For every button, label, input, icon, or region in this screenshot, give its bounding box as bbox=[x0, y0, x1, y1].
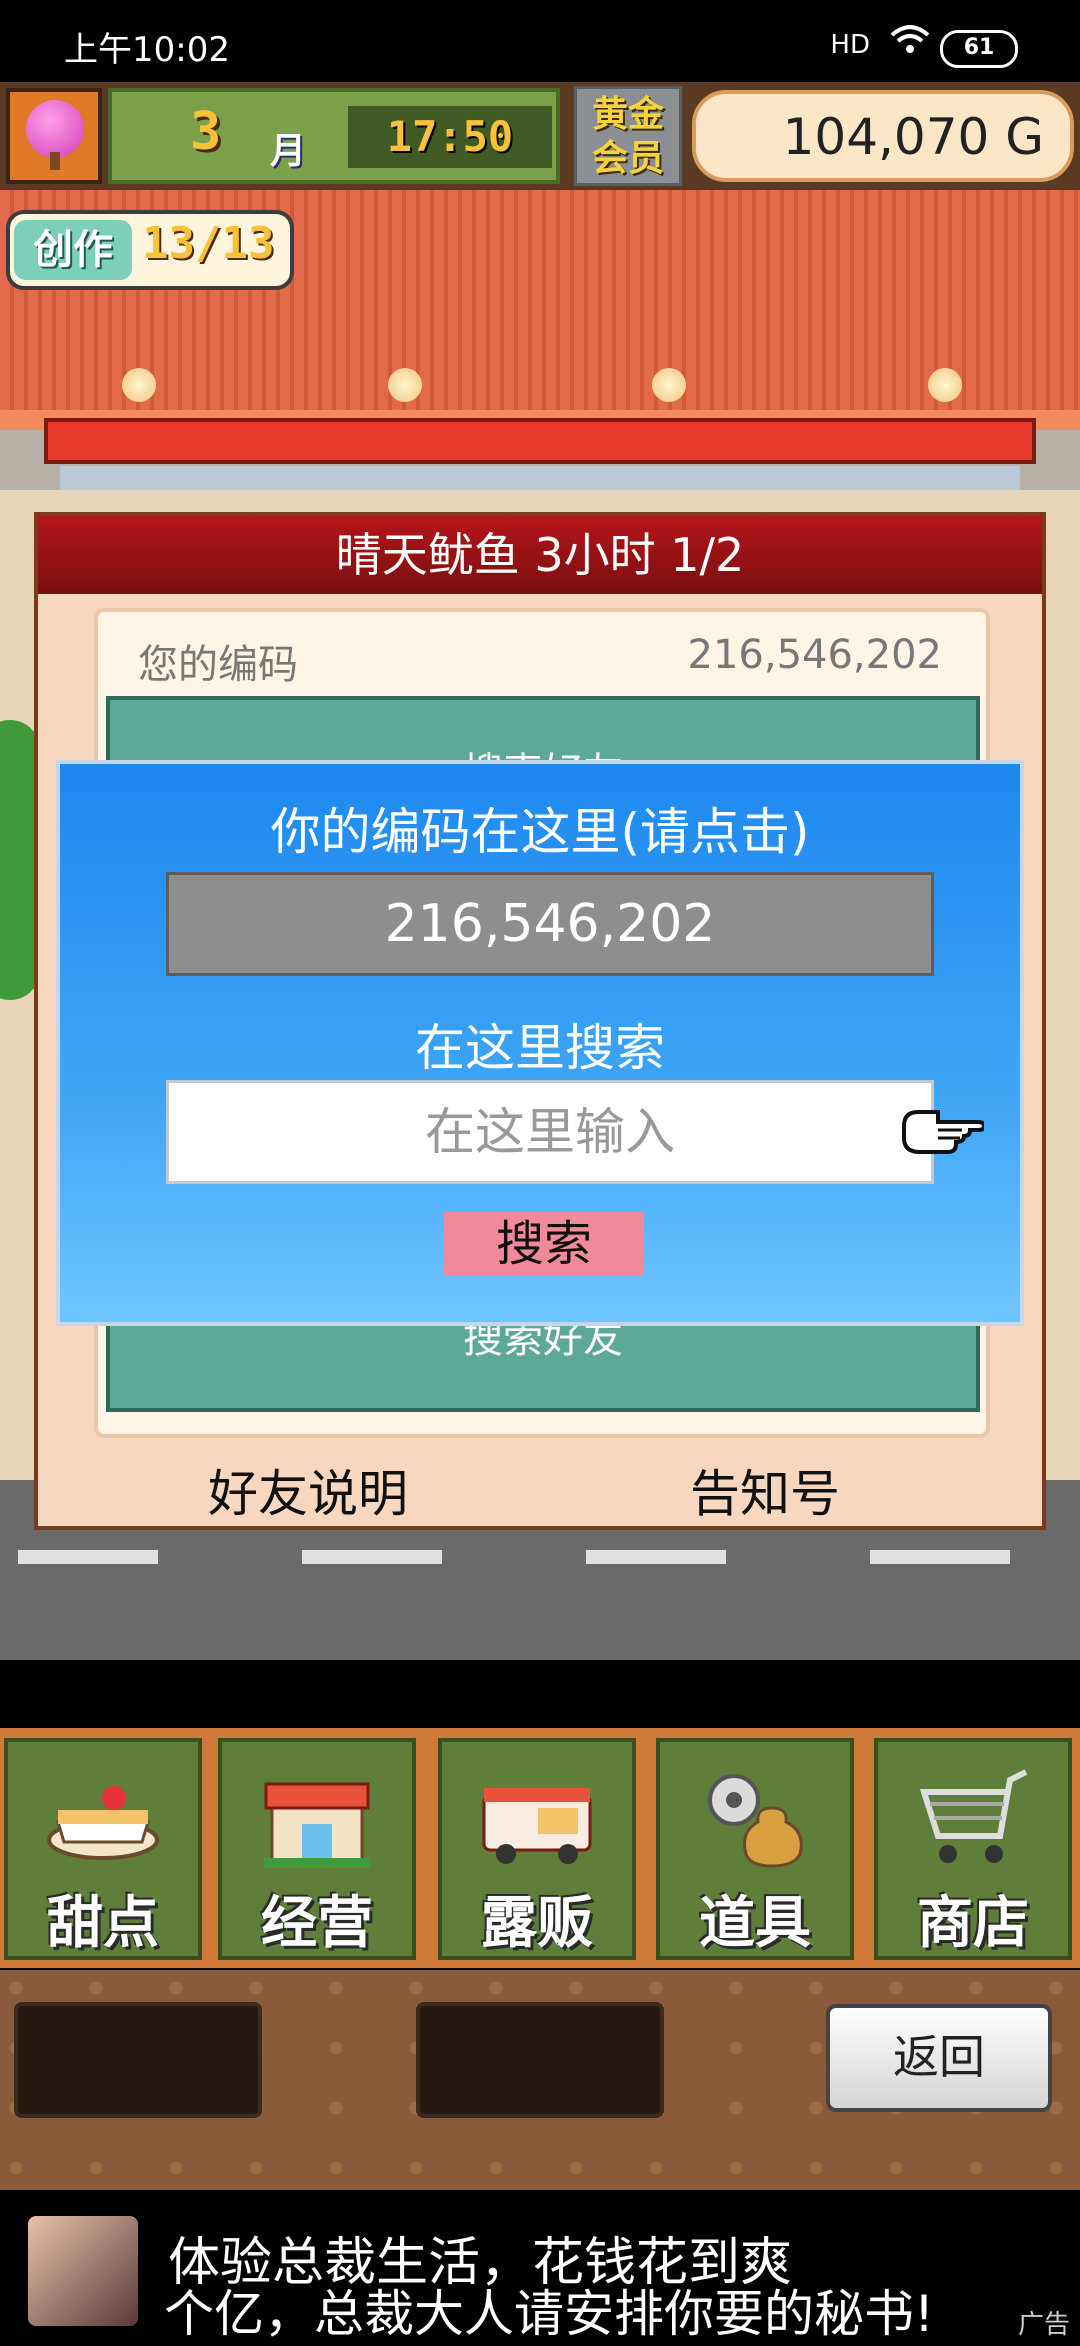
code-title: 你的编码在这里(请点击) bbox=[270, 803, 810, 861]
menu-label-manage: 经营 bbox=[261, 1891, 373, 1956]
store-icon bbox=[258, 1762, 376, 1872]
menu-item-items[interactable]: 道具 bbox=[656, 1738, 854, 1960]
search-button[interactable]: 搜索 bbox=[444, 1212, 644, 1276]
status-bar: 上午10:02 HD 61 bbox=[0, 0, 1080, 90]
signal-icon: HD bbox=[830, 30, 870, 60]
my-code-label: 您的编码 bbox=[138, 642, 298, 688]
pointing-hand-icon bbox=[898, 1092, 987, 1162]
menu-item-stall[interactable]: 露贩 bbox=[438, 1738, 636, 1960]
empty-slot[interactable] bbox=[14, 2002, 262, 2118]
gear-bag-icon bbox=[696, 1762, 814, 1872]
menu-item-manage[interactable]: 经营 bbox=[218, 1738, 416, 1960]
back-button[interactable]: 返回 bbox=[826, 2004, 1052, 2112]
wifi-icon bbox=[890, 24, 930, 64]
ad-tag: 广告 bbox=[1017, 2310, 1070, 2340]
lamp-icon bbox=[652, 368, 686, 402]
avatar[interactable] bbox=[6, 88, 102, 184]
search-input[interactable] bbox=[166, 1080, 934, 1184]
ad-avatar-image bbox=[28, 2216, 138, 2326]
menu-label-stall: 露贩 bbox=[481, 1891, 593, 1956]
menu-item-sweets[interactable]: 甜点 bbox=[4, 1738, 202, 1960]
tree-icon bbox=[26, 100, 84, 158]
ad-text-line2: 个亿，总裁大人请安排你要的秘书! bbox=[164, 2285, 935, 2343]
gold-member-line1: 黄金 bbox=[591, 94, 664, 135]
money-display: 104,070 G bbox=[692, 90, 1074, 182]
menu-label-shop: 商店 bbox=[917, 1891, 1029, 1956]
ad-banner[interactable]: 体验总裁生活，花钱花到爽 个亿，总裁大人请安排你要的秘书! 广告 bbox=[0, 2190, 1080, 2343]
lamp-icon bbox=[122, 368, 156, 402]
friend-code-dialog: 你的编码在这里(请点击) 216,546,202 在这里搜索 搜索 bbox=[56, 760, 1024, 1326]
road-line bbox=[586, 1550, 726, 1564]
panel-title: 晴天鱿鱼 3小时 1/2 bbox=[38, 516, 1042, 594]
food-truck-icon bbox=[478, 1762, 596, 1872]
month-label: 月 bbox=[270, 131, 307, 172]
friend-explain-button[interactable]: 好友说明 bbox=[208, 1454, 408, 1526]
month-number: 3 bbox=[190, 102, 222, 162]
lamp-icon bbox=[928, 368, 962, 402]
lamp-icon bbox=[388, 368, 422, 402]
road-line bbox=[18, 1550, 158, 1564]
shopping-cart-icon bbox=[914, 1762, 1032, 1872]
my-code-button[interactable]: 216,546,202 bbox=[166, 872, 934, 976]
empty-slot[interactable] bbox=[416, 2002, 664, 2118]
create-count: 13/13 bbox=[142, 218, 275, 269]
my-code-value: 216,546,202 bbox=[687, 632, 942, 678]
status-time: 上午10:02 bbox=[64, 30, 230, 70]
shop-awning bbox=[44, 418, 1036, 464]
gold-member-badge[interactable]: 黄金 会员 bbox=[574, 86, 682, 186]
battery-icon: 61 bbox=[940, 30, 1018, 68]
road-line bbox=[870, 1550, 1010, 1564]
game-clock: 17:50 bbox=[348, 106, 552, 168]
menu-label-sweets: 甜点 bbox=[47, 1891, 159, 1956]
gold-member-line2: 会员 bbox=[591, 138, 664, 179]
create-label: 创作 bbox=[14, 220, 132, 280]
create-badge[interactable]: 创作 13/13 bbox=[6, 210, 294, 290]
tree-trunk bbox=[50, 152, 60, 170]
road-line bbox=[302, 1550, 442, 1564]
menu-label-items: 道具 bbox=[699, 1891, 811, 1956]
notice-number-button[interactable]: 告知号 bbox=[690, 1454, 840, 1526]
date-time-box: 3 月 17:50 bbox=[108, 88, 560, 184]
menu-item-shop[interactable]: 商店 bbox=[874, 1738, 1072, 1960]
search-title: 在这里搜索 bbox=[415, 1019, 665, 1077]
cake-icon bbox=[44, 1762, 162, 1872]
